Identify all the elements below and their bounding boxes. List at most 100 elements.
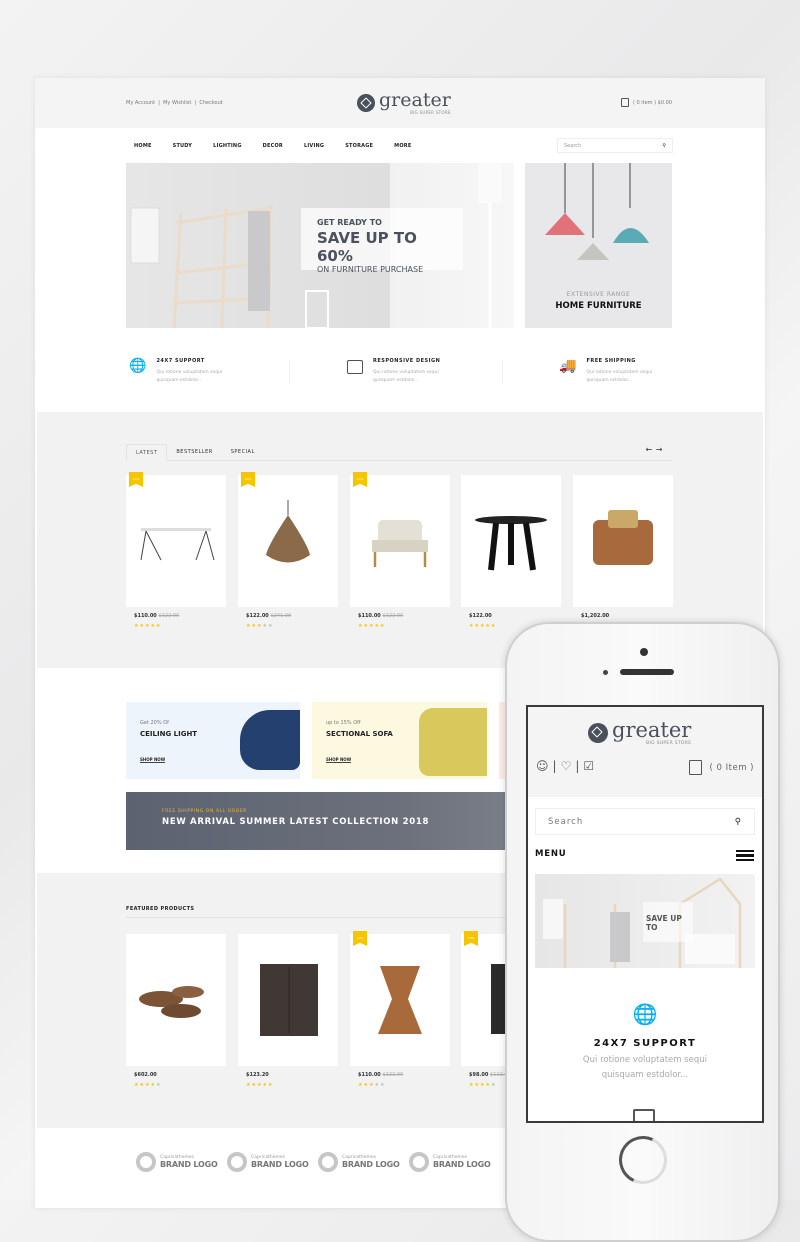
product-price: $123.20 xyxy=(246,1072,269,1078)
brand-logo[interactable]: Capricathemes BRAND LOGO xyxy=(136,1152,218,1172)
brand-logo[interactable]: Capricathemes BRAND LOGO xyxy=(318,1152,400,1172)
tab-special[interactable]: SPECIAL xyxy=(222,444,264,461)
new-arrival-banner[interactable]: FREE SHIPPING ON ALL ORDER NEW ARRIVAL S… xyxy=(126,792,526,850)
nav-decor[interactable]: DECOR xyxy=(263,143,283,149)
nav-living[interactable]: LIVING xyxy=(304,143,324,149)
feature-text: Qui rotione voluptatem sequi quisquam es… xyxy=(586,370,653,383)
pendant-lamps-image xyxy=(545,163,649,260)
hamburger-icon[interactable] xyxy=(736,850,754,861)
hero-text-box: GET READY TO SAVE UP TO 60% ON FURNITURE… xyxy=(301,208,463,274)
hero-headline: SAVE UP TO 60% xyxy=(317,229,417,265)
old-price: $122.00 xyxy=(382,613,404,619)
side-banner-title: HOME FURNITURE xyxy=(555,301,642,311)
rating-stars: ★★★★★ xyxy=(134,1082,162,1088)
nav-more[interactable]: MORE xyxy=(394,143,411,149)
product-card[interactable] xyxy=(238,934,338,1066)
product-price: $122.00 $241.99 xyxy=(246,613,291,619)
mobile-search-input[interactable]: Search ⚲ xyxy=(535,808,755,835)
truck-icon: 🚚 xyxy=(559,358,577,374)
home-furniture-banner[interactable]: EXTENSIVE RANGE HOME FURNITURE xyxy=(525,163,672,328)
mobile-hero-banner[interactable]: SAVE UP TO xyxy=(535,874,755,968)
nav-lighting[interactable]: LIGHTING xyxy=(213,143,242,149)
search-input[interactable]: Search ⚲ xyxy=(557,138,673,153)
side-banner-sub: EXTENSIVE RANGE xyxy=(566,291,631,298)
globe-support-icon: 🌐 xyxy=(632,1002,658,1026)
home-button[interactable] xyxy=(612,1129,674,1191)
devices-icon xyxy=(633,1109,655,1121)
logo-icon xyxy=(357,94,375,112)
mobile-cart[interactable]: ( 0 Item ) xyxy=(688,760,755,775)
arrival-sub: FREE SHIPPING ON ALL ORDER xyxy=(162,809,248,814)
feature-text: Qui rotione voluptatem sequi quisquam es… xyxy=(156,370,223,383)
old-price: $122.00 xyxy=(382,1072,404,1078)
logo[interactable]: greater BIG SUPER STORE xyxy=(357,91,451,115)
sofa-image xyxy=(419,708,487,776)
product-card[interactable]: 10% xyxy=(350,931,450,1066)
product-card[interactable] xyxy=(126,934,226,1066)
promo-ceiling-light[interactable]: Get 20% Of CEILING LIGHT SHOP NOW xyxy=(126,702,300,779)
product-card[interactable] xyxy=(461,475,561,607)
current-price: $123.20 xyxy=(246,1072,269,1078)
nav-study[interactable]: STUDY xyxy=(173,143,192,149)
cart-button[interactable]: ( 0 item ) $0.00 xyxy=(620,98,672,107)
brand-name: BRAND LOGO xyxy=(160,1160,218,1169)
tab-latest[interactable]: LATEST xyxy=(126,444,168,461)
current-price: $122.00 xyxy=(246,613,269,619)
devices-icon xyxy=(347,360,363,374)
search-icon[interactable]: ⚲ xyxy=(735,817,742,827)
prev-arrow-icon[interactable]: ← xyxy=(646,445,653,454)
current-price: $1,202.00 xyxy=(581,613,610,619)
current-price: $98.00 xyxy=(469,1072,489,1078)
old-price: $241.99 xyxy=(270,613,292,619)
brand-logo[interactable]: Capricathemes BRAND LOGO xyxy=(409,1152,491,1172)
mobile-screen: greater BIG SUPER STORE ☺ | ♡ | ☑ ( 0 Item ) … xyxy=(526,705,764,1123)
brand-name: BRAND LOGO xyxy=(251,1160,309,1169)
nav-home[interactable]: HOME xyxy=(134,143,152,149)
user-icon[interactable]: ☺ xyxy=(536,759,549,773)
search-placeholder: Search xyxy=(564,143,582,149)
mobile-menu-label[interactable]: MENU xyxy=(535,849,566,859)
brand-logo[interactable]: Capricathemes BRAND LOGO xyxy=(227,1152,309,1172)
rating-stars: ★★★★★ xyxy=(358,623,386,629)
product-price: $602.00 xyxy=(134,1072,157,1078)
product-card[interactable]: 10% xyxy=(350,472,450,607)
camera-icon xyxy=(640,648,648,656)
heart-icon[interactable]: ♡ xyxy=(561,759,572,773)
checkbox-icon[interactable]: ☑ xyxy=(583,759,594,773)
tab-bestseller[interactable]: BESTSELLER xyxy=(167,444,221,461)
my-wishlist-link[interactable]: My Wishlist xyxy=(163,100,191,106)
my-account-link[interactable]: My Account xyxy=(126,100,155,106)
feature-responsive: RESPONSIVE DESIGN Qui rotione voluptatem … xyxy=(347,358,537,385)
mobile-user-links: ☺ | ♡ | ☑ xyxy=(536,759,595,773)
mobile-logo[interactable]: greater BIG SUPER STORE xyxy=(588,720,691,746)
logo-text: greater xyxy=(379,89,451,111)
checkout-link[interactable]: Checkout xyxy=(199,100,222,106)
product-price: $110.00 $122.00 xyxy=(134,613,179,619)
old-price: $122.00 xyxy=(158,613,180,619)
header: My Account | My Wishlist | Checkout grea… xyxy=(35,78,765,128)
rating-stars: ★★★★★ xyxy=(246,623,274,629)
shop-now-link[interactable]: SHOP NOW xyxy=(326,757,352,763)
feature-support: 🌐 24X7 SUPPORT Qui rotione voluptatem sequ… xyxy=(129,358,319,385)
product-card[interactable] xyxy=(573,475,673,607)
carousel-arrows: ← → xyxy=(637,444,672,461)
search-placeholder: Search xyxy=(548,817,584,827)
product-price: $110.00 $122.00 xyxy=(358,1072,403,1078)
bag-icon xyxy=(620,98,629,107)
nav-storage[interactable]: STORAGE xyxy=(345,143,373,149)
mobile-feature: 🌐 24X7 SUPPORT Qui rotione voluptatem se… xyxy=(528,1002,762,1083)
product-card[interactable]: 50% xyxy=(238,472,338,607)
hero-banner[interactable]: GET READY TO SAVE UP TO 60% ON FURNITURE… xyxy=(126,163,514,328)
brand-icon xyxy=(227,1152,247,1172)
rating-stars: ★★★★★ xyxy=(246,1082,274,1088)
product-card[interactable]: 10% xyxy=(126,472,226,607)
feature-title: FREE SHIPPING xyxy=(586,358,636,364)
feature-title: 24X7 SUPPORT xyxy=(593,1038,697,1049)
search-icon[interactable]: ⚲ xyxy=(662,143,666,149)
mobile-phone-mockup: greater BIG SUPER STORE ☺ | ♡ | ☑ ( 0 Item ) … xyxy=(505,622,780,1242)
rating-stars: ★★★★★ xyxy=(469,1082,497,1088)
next-arrow-icon[interactable]: → xyxy=(656,445,663,454)
promo-sectional-sofa[interactable]: up to 15% Off SECTIONAL SOFA SHOP NOW xyxy=(312,702,487,779)
shop-now-link[interactable]: SHOP NOW xyxy=(140,757,166,763)
current-price: $110.00 xyxy=(358,1072,381,1078)
